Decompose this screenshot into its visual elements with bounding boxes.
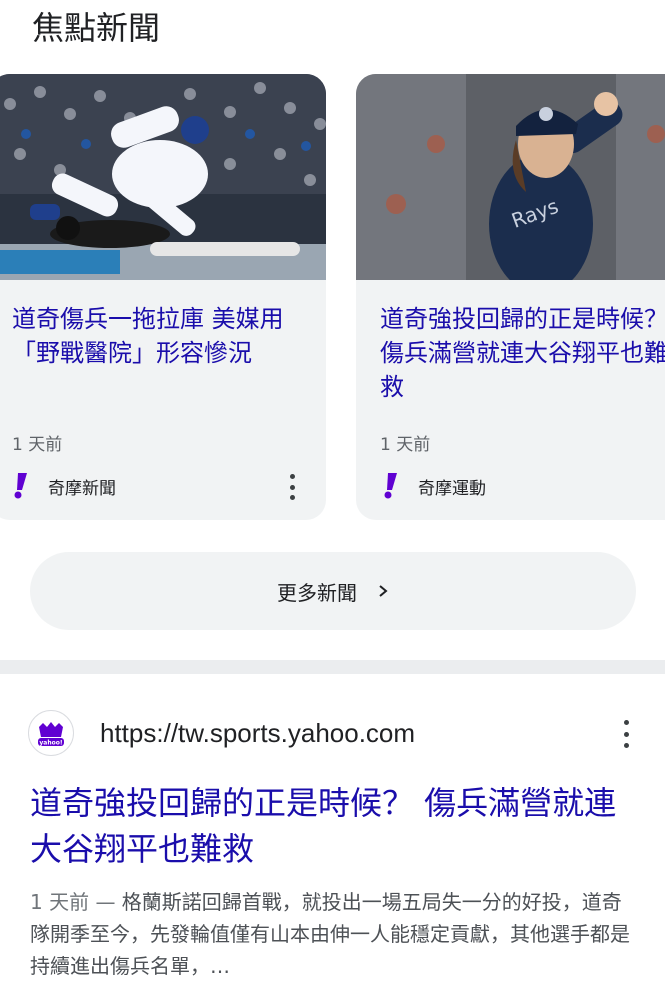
news-card-1-source-name: 奇摩新聞 xyxy=(48,478,116,499)
result-snippet: 1 天前 — 格蘭斯諾回歸首戰，就投出一場五局失一分的好投，道奇隊開季至今，先發… xyxy=(30,886,640,982)
more-vert-icon[interactable] xyxy=(622,720,630,748)
result-title-link[interactable]: 道奇強投回歸的正是時候？ 傷兵滿營就連大谷翔平也難救 xyxy=(30,780,640,872)
news-card-2-headline[interactable]: 道奇強投回歸的正是時候？ 傷兵滿營就連大谷翔平也難救 xyxy=(380,302,665,404)
more-vert-icon[interactable] xyxy=(288,474,296,500)
section-divider xyxy=(0,660,665,674)
news-card-1-source: 奇摩新聞 xyxy=(12,472,116,500)
yahoo-favicon-icon: yahoo! xyxy=(28,710,74,756)
news-card-2-source: 奇摩運動 xyxy=(382,472,486,500)
news-card-1-headline[interactable]: 道奇傷兵一拖拉庫 美媒用「野戰醫院」形容慘況 xyxy=(12,302,312,370)
news-card-1-image[interactable] xyxy=(0,74,326,280)
section-title: 焦點新聞 xyxy=(32,9,161,47)
more-news-button[interactable]: 更多新聞 xyxy=(30,552,636,630)
news-card-2-time: 1 天前 xyxy=(380,435,431,455)
yahoo-logo-icon xyxy=(14,473,27,499)
news-carousel[interactable]: 道奇傷兵一拖拉庫 美媒用「野戰醫院」形容慘況 1 天前 奇摩新聞 Rays 道奇… xyxy=(0,74,665,524)
chevron-right-icon xyxy=(379,585,388,597)
yahoo-logo-icon xyxy=(384,473,397,499)
result-site-row[interactable]: yahoo! https://tw.sports.yahoo.com xyxy=(28,706,638,760)
news-card-2[interactable]: Rays 道奇強投回歸的正是時候？ 傷兵滿營就連大谷翔平也難救 1 天前 奇摩運… xyxy=(356,74,665,520)
news-card-2-image[interactable]: Rays xyxy=(356,74,665,280)
favicon-text: yahoo! xyxy=(39,740,62,747)
news-card-2-source-name: 奇摩運動 xyxy=(418,478,486,499)
result-date: 1 天前 — xyxy=(30,890,122,914)
news-card-1[interactable]: 道奇傷兵一拖拉庫 美媒用「野戰醫院」形容慘況 1 天前 奇摩新聞 xyxy=(0,74,326,520)
more-news-label: 更多新聞 xyxy=(277,580,357,605)
result-url[interactable]: https://tw.sports.yahoo.com xyxy=(100,718,415,749)
news-card-1-time: 1 天前 xyxy=(12,435,63,455)
